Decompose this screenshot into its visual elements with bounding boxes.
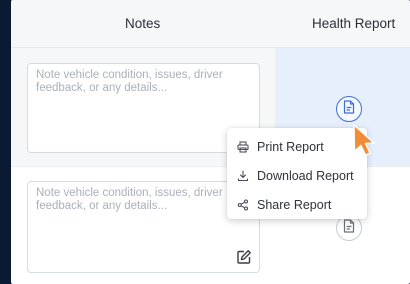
document-icon [343,218,355,238]
note-textarea[interactable] [28,64,259,152]
table-header: Notes Health Report [11,0,410,48]
menu-item-download-report[interactable]: Download Report [227,161,367,190]
menu-item-print-report[interactable]: Print Report [227,132,367,161]
menu-item-label: Download Report [257,168,354,183]
edit-icon[interactable] [236,249,252,265]
note-field[interactable] [27,181,260,273]
note-field[interactable] [27,63,260,153]
menu-item-label: Share Report [257,197,332,212]
document-icon [343,99,355,119]
share-icon [237,198,249,211]
download-icon [237,169,249,182]
menu-item-label: Print Report [257,139,324,154]
pointer-cursor-icon [352,123,376,167]
note-textarea[interactable] [28,182,259,272]
health-report-column-header: Health Report [312,16,396,31]
health-report-button[interactable] [336,96,362,122]
printer-icon [237,140,249,153]
report-dropdown-menu: Print Report Download Report Share Repor… [227,128,367,219]
menu-item-share-report[interactable]: Share Report [227,190,367,219]
notes-column-header: Notes [125,16,161,31]
vehicle-table-panel: Notes Health Report Note vehicle conditi… [11,0,410,284]
